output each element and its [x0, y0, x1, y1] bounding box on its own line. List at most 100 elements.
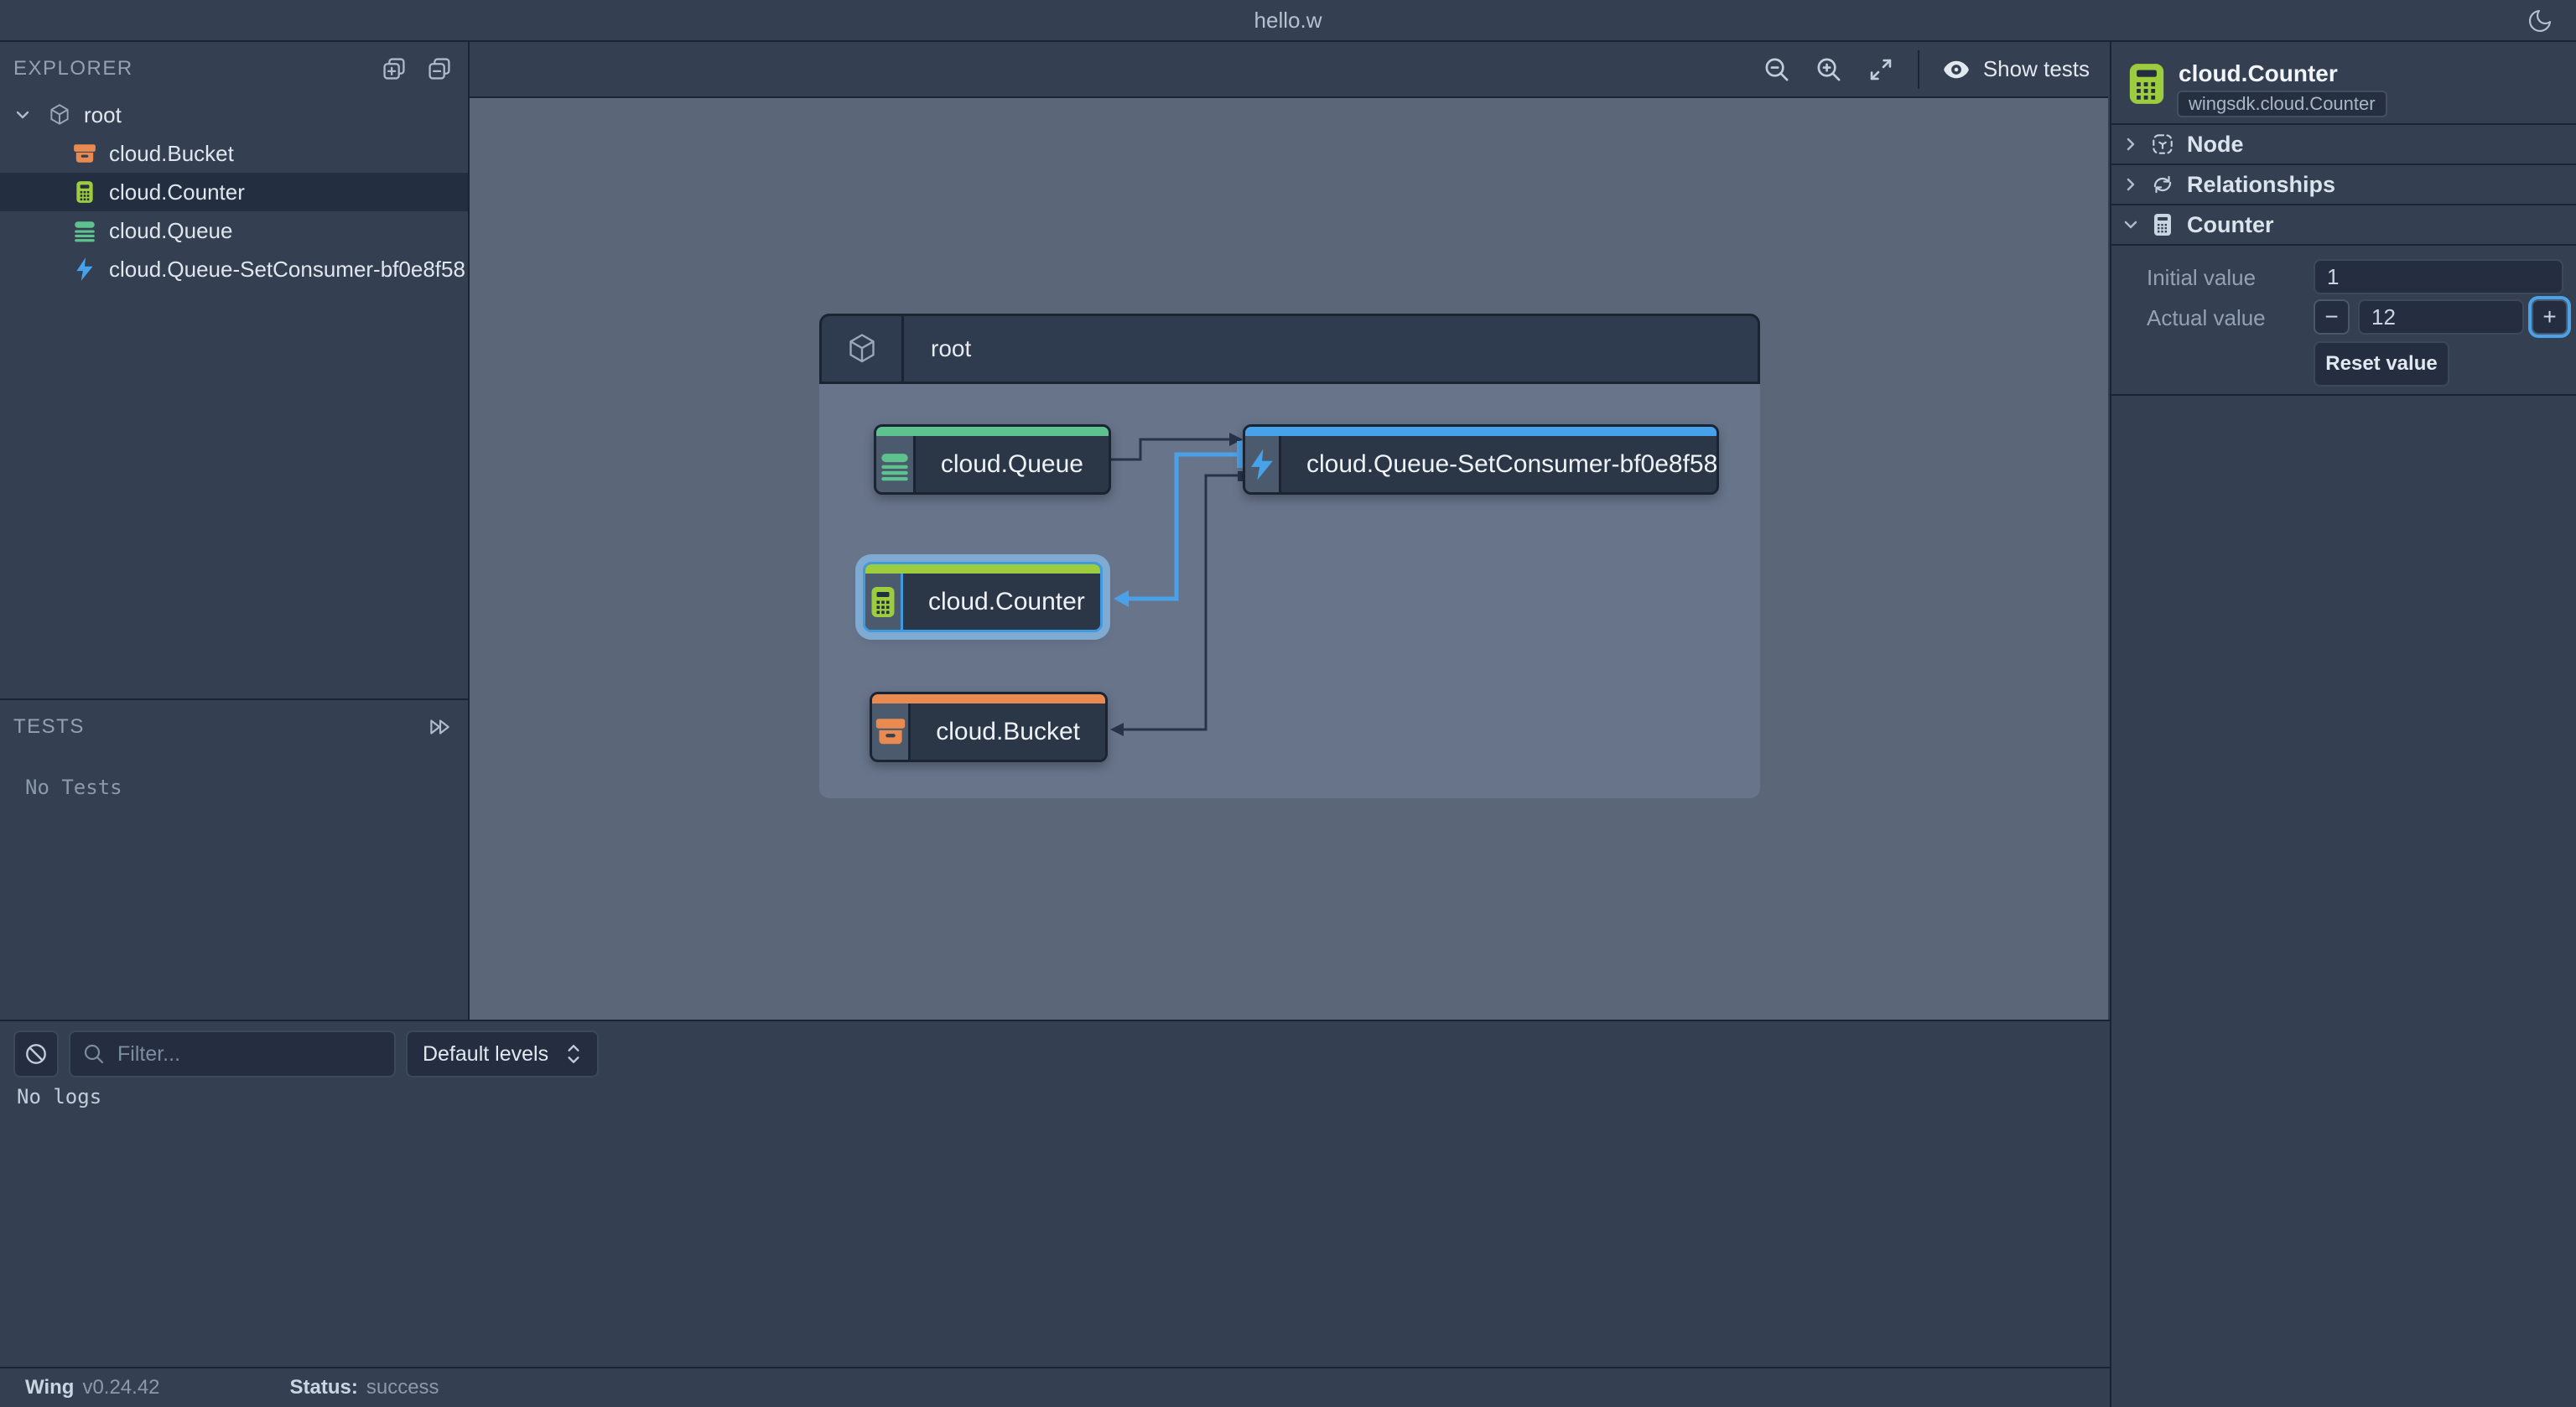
logs-empty-message: No logs [17, 1085, 102, 1108]
resource-type-badge: wingsdk.cloud.Counter [2177, 91, 2387, 117]
resource-map[interactable]: root cloud.Queue cloud.Queue-SetConsumer… [470, 98, 2108, 1020]
tree-item-bucket[interactable]: cloud.Bucket [0, 134, 468, 173]
log-level-value: Default levels [423, 1041, 549, 1066]
tree-item-consumer[interactable]: cloud.Queue-SetConsumer-bf0e8f58 [0, 250, 468, 288]
status-bar: Wing v0.24.42 Status: success [0, 1367, 2110, 1407]
function-icon [1245, 436, 1281, 492]
expand-all-button[interactable] [379, 54, 409, 84]
tree-item-label: cloud.Counter [109, 179, 245, 205]
map-node-queue[interactable]: cloud.Queue [874, 424, 1111, 495]
node-accent-bar [876, 427, 1109, 436]
tree-item-label: cloud.Queue-SetConsumer-bf0e8f58 [109, 256, 465, 282]
node-label: cloud.Counter [903, 574, 1100, 630]
tree-item-queue[interactable]: cloud.Queue [0, 211, 468, 250]
node-accent-bar [872, 694, 1105, 704]
section-counter[interactable]: Counter [2111, 205, 2576, 246]
counter-icon [70, 178, 99, 206]
moon-icon [2527, 8, 2553, 34]
explorer-sidebar: EXPLORER root cloud.Bucket cloud.Counter… [0, 42, 470, 1020]
filter-input[interactable] [69, 1031, 396, 1077]
node-label: cloud.Queue-SetConsumer-bf0e8f58 [1281, 436, 1716, 492]
arrows-expand-icon [1867, 55, 1895, 84]
app-version: v0.24.42 [82, 1376, 160, 1399]
reset-value-button[interactable]: Reset value [2314, 341, 2449, 387]
node-label: cloud.Bucket [911, 704, 1105, 760]
run-all-tests-button[interactable] [424, 712, 454, 742]
calculator-icon [2148, 213, 2177, 236]
section-label: Node [2187, 131, 2244, 157]
status-value: success [366, 1376, 439, 1399]
explorer-title: EXPLORER [13, 57, 133, 80]
chevron-up-down-icon [564, 1042, 584, 1066]
chevron-right-icon [2120, 134, 2142, 154]
tests-title: TESTS [13, 715, 85, 738]
chevron-down-icon[interactable] [12, 105, 34, 125]
cube-icon [45, 101, 74, 129]
zoom-out-button[interactable] [1762, 55, 1792, 85]
inspector-panel: cloud.Counter wingsdk.cloud.Counter Node… [2110, 42, 2576, 1407]
ban-icon [23, 1041, 49, 1067]
cube-transparent-icon [2148, 132, 2177, 157]
inspector-resource-header: cloud.Counter wingsdk.cloud.Counter [2111, 42, 2576, 125]
increment-button[interactable]: + [2532, 299, 2568, 335]
section-relationships[interactable]: Relationships [2111, 165, 2576, 205]
initial-value-label: Initial value [2147, 265, 2257, 290]
dark-mode-toggle[interactable] [2524, 5, 2556, 37]
counter-section-content: Initial value Actual value − + Reset val… [2111, 247, 2576, 396]
tree-item-root[interactable]: root [0, 96, 468, 134]
map-node-consumer[interactable]: cloud.Queue-SetConsumer-bf0e8f58 [1243, 424, 1719, 495]
bucket-icon [70, 139, 99, 168]
tests-empty-message: No Tests [25, 776, 122, 799]
tests-header: TESTS [0, 700, 468, 754]
chevron-right-icon [2120, 174, 2142, 195]
show-tests-label: Show tests [1982, 56, 2090, 81]
tree-item-label: cloud.Queue [109, 217, 233, 243]
queue-icon [70, 216, 99, 245]
arrowhead-icon [1114, 590, 1129, 607]
status-label: Status: [289, 1376, 358, 1399]
magnifier-minus-icon [1763, 55, 1791, 84]
eye-icon [1941, 55, 1971, 85]
log-level-select[interactable]: Default levels [406, 1031, 600, 1077]
copy-plus-icon [381, 55, 408, 82]
initial-value-input[interactable] [2314, 259, 2563, 294]
resource-tree: root cloud.Bucket cloud.Counter cloud.Qu… [0, 96, 468, 288]
section-node[interactable]: Node [2111, 125, 2576, 165]
queue-icon [876, 436, 916, 492]
node-accent-bar [865, 564, 1100, 574]
node-label: cloud.Queue [915, 436, 1109, 492]
toolbar-divider [1917, 49, 1919, 89]
fit-view-button[interactable] [1866, 55, 1896, 85]
actual-value-label: Actual value [2147, 305, 2266, 330]
clear-logs-button[interactable] [13, 1031, 59, 1077]
tests-section: TESTS No Tests [0, 698, 468, 799]
chevron-down-icon [2120, 215, 2142, 235]
actual-value-input[interactable] [2358, 299, 2524, 335]
arrows-cycle-icon [2148, 172, 2177, 197]
magnifier-plus-icon [1815, 55, 1843, 84]
logs-panel: Default levels No logs [0, 1020, 2110, 1367]
logs-toolbar: Default levels [13, 1031, 600, 1077]
counter-icon [865, 574, 903, 630]
tree-item-counter[interactable]: cloud.Counter [0, 173, 468, 211]
show-tests-toggle[interactable]: Show tests [1941, 55, 2090, 85]
app-name: Wing [25, 1376, 75, 1399]
decrement-button[interactable]: − [2314, 299, 2350, 335]
edges-layer [1110, 433, 1244, 736]
zoom-in-button[interactable] [1814, 55, 1844, 85]
log-filter [69, 1031, 396, 1077]
map-toolbar: Show tests [470, 42, 2108, 98]
function-icon [70, 255, 99, 283]
bucket-icon [872, 704, 911, 760]
arrowhead-icon [1110, 723, 1124, 736]
map-node-counter-selected[interactable]: cloud.Counter [863, 562, 1103, 632]
resource-name: cloud.Counter [2179, 60, 2338, 86]
window-title: hello.w [1254, 7, 1322, 33]
copy-minus-icon [426, 55, 453, 82]
node-accent-bar [1245, 427, 1716, 436]
collapse-all-button[interactable] [424, 54, 454, 84]
edge-consumer-to-bucket [1122, 474, 1243, 731]
run-all-icon [427, 714, 452, 740]
map-node-bucket[interactable]: cloud.Bucket [870, 692, 1108, 762]
section-label: Relationships [2187, 171, 2336, 197]
